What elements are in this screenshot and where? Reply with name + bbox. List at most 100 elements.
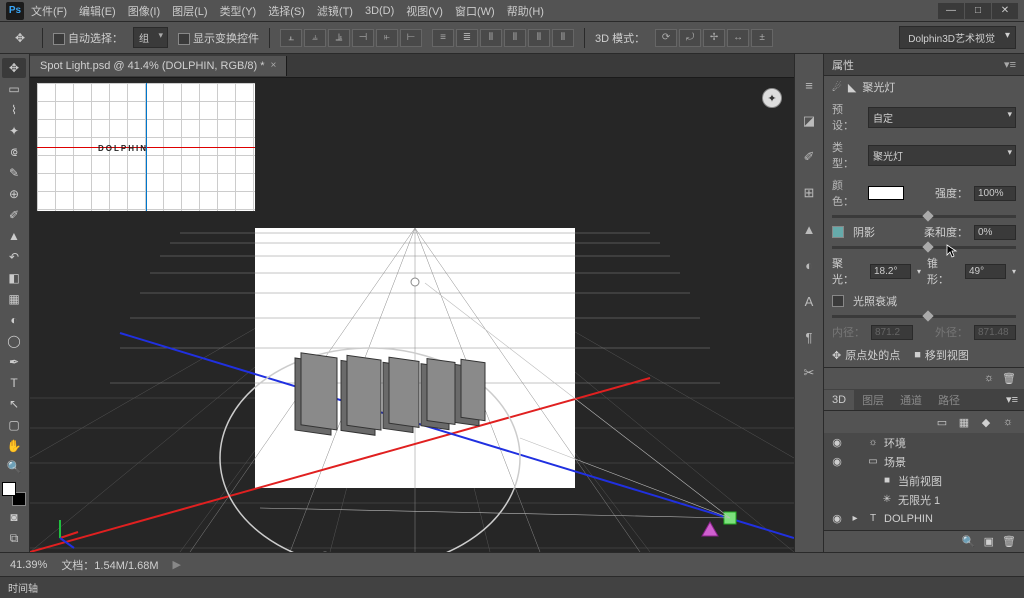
adjust-panel-icon[interactable]: ◐ (798, 254, 820, 276)
doc-info[interactable]: 文档：1.54M/1.68M (61, 557, 158, 573)
preset-select[interactable]: 自定 (868, 107, 1016, 128)
window-minimize[interactable]: — (938, 3, 964, 19)
marquee-tool[interactable]: ▭ (2, 79, 26, 99)
dist-1-icon[interactable]: ≡ (432, 29, 454, 47)
shape-tool[interactable]: ▢ (2, 415, 26, 435)
lasso-tool[interactable]: ⌇ (2, 100, 26, 120)
dodge-tool[interactable]: ◯ (2, 331, 26, 351)
window-maximize[interactable]: □ (965, 3, 991, 19)
auto-select-check[interactable]: 自动选择： (53, 30, 123, 46)
origin-action[interactable]: ✥ 原点处的点 (832, 347, 900, 363)
styles-panel-icon[interactable]: ✂ (798, 362, 820, 384)
dist-2-icon[interactable]: ≣ (456, 29, 478, 47)
falloff-slider[interactable] (832, 315, 1016, 318)
clone-panel-icon[interactable]: ▲ (798, 218, 820, 240)
tab-channels[interactable]: 通道 (892, 388, 930, 412)
tree-item[interactable]: ◉▭场景 (824, 452, 1024, 471)
canvas-area[interactable]: Spot Light.psd @ 41.4% (DOLPHIN, RGB/8) … (30, 54, 794, 552)
brush-tool[interactable]: ✐ (2, 205, 26, 225)
soft-slider[interactable] (832, 246, 1016, 249)
kind-select[interactable]: 聚光灯 (868, 145, 1016, 166)
hand-tool[interactable]: ✋ (2, 436, 26, 456)
play-icon[interactable]: ▶ (173, 558, 181, 571)
close-tab-icon[interactable]: × (271, 60, 277, 71)
menu-help[interactable]: 帮助(H) (502, 0, 549, 22)
tree-item[interactable]: ◉▸TDOLPHIN (824, 509, 1024, 528)
panel3d-menu-icon[interactable]: ▾≡ (1000, 393, 1024, 406)
cone-input[interactable]: 49° (965, 264, 1006, 279)
dist-6-icon[interactable]: ⦀ (552, 29, 574, 47)
align-hcenter-icon[interactable]: ⫦ (376, 29, 398, 47)
color-swatches[interactable] (2, 482, 26, 506)
eraser-tool[interactable]: ◧ (2, 268, 26, 288)
falloff-check[interactable] (832, 295, 844, 307)
dist-5-icon[interactable]: ⦀ (528, 29, 550, 47)
workspace-select[interactable]: Dolphin3D艺术视觉 (899, 26, 1016, 49)
menu-view[interactable]: 视图(V) (401, 0, 448, 22)
tree-item[interactable]: ◉☼环境 (824, 433, 1024, 452)
window-close[interactable]: ✕ (992, 3, 1018, 19)
tab-paths[interactable]: 路径 (930, 388, 968, 412)
menu-type[interactable]: 类型(Y) (215, 0, 262, 22)
focus-input[interactable]: 18.2° (870, 264, 911, 279)
slide-icon[interactable]: ↔ (727, 29, 749, 47)
menu-file[interactable]: 文件(F) (26, 0, 72, 22)
screenmode-tool[interactable]: ⧉ (2, 528, 26, 548)
swatches-panel-icon[interactable]: ⊞ (798, 182, 820, 204)
align-top-icon[interactable]: ⫠ (280, 29, 302, 47)
zoom-icon[interactable]: ± (751, 29, 773, 47)
shadow-check[interactable] (832, 226, 844, 238)
timeline-panel-tab[interactable]: 时间轴 (0, 576, 1024, 598)
show-transform-check[interactable]: 显示变换控件 (178, 30, 259, 46)
soft-input[interactable]: 0% (974, 225, 1016, 240)
menu-select[interactable]: 选择(S) (263, 0, 310, 22)
character-panel-icon[interactable]: A (798, 290, 820, 312)
document-tab[interactable]: Spot Light.psd @ 41.4% (DOLPHIN, RGB/8) … (30, 56, 287, 76)
stamp-tool[interactable]: ▲ (2, 226, 26, 246)
menu-layer[interactable]: 图层(L) (167, 0, 212, 22)
eyedropper-tool[interactable]: ✎ (2, 163, 26, 183)
tree-item[interactable]: ✳无限光 1 (824, 490, 1024, 509)
zoom-tool[interactable]: 🔍 (2, 457, 26, 477)
pen-tool[interactable]: ✒ (2, 352, 26, 372)
history-panel-icon[interactable]: ≡ (798, 74, 820, 96)
pan-icon[interactable]: ✢ (703, 29, 725, 47)
roll-icon[interactable]: ⤾ (679, 29, 701, 47)
intensity-input[interactable]: 100% (974, 186, 1016, 201)
menu-image[interactable]: 图像(I) (123, 0, 165, 22)
heal-tool[interactable]: ⊕ (2, 184, 26, 204)
tab-layers[interactable]: 图层 (854, 388, 892, 412)
text-tool[interactable]: T (2, 373, 26, 393)
wand-tool[interactable]: ✦ (2, 121, 26, 141)
trash-icon[interactable]: 🗑 (1002, 535, 1016, 548)
navigator-panel[interactable]: DOLPHIN (36, 82, 256, 212)
quickmask-tool[interactable]: ◙ (2, 507, 26, 527)
menu-window[interactable]: 窗口(W) (450, 0, 500, 22)
tree-item[interactable]: ■当前视图 (824, 471, 1024, 490)
gradient-tool[interactable]: ▦ (2, 289, 26, 309)
menu-edit[interactable]: 编辑(E) (74, 0, 121, 22)
color-panel-icon[interactable]: ◪ (798, 110, 820, 132)
foreground-swatch[interactable] (2, 482, 16, 496)
render-icon[interactable]: ☼ (984, 372, 994, 385)
filter-light-icon[interactable]: ☼ (1000, 415, 1016, 429)
history-brush-tool[interactable]: ↶ (2, 247, 26, 267)
filter-material-icon[interactable]: ◆ (978, 415, 994, 429)
color-swatch[interactable] (868, 186, 904, 200)
dist-3-icon[interactable]: ⦀ (480, 29, 502, 47)
intensity-slider[interactable] (832, 215, 1016, 218)
filter-mesh-icon[interactable]: ▦ (956, 415, 972, 429)
reset-action[interactable]: ■ 移到视图 (914, 347, 969, 363)
paragraph-panel-icon[interactable]: ¶ (798, 326, 820, 348)
align-vcenter-icon[interactable]: ⫨ (304, 29, 326, 47)
menu-3d[interactable]: 3D(D) (360, 2, 399, 20)
move-tool[interactable]: ✥ (2, 58, 26, 78)
blur-tool[interactable]: ◐ (2, 310, 26, 330)
panel-menu-icon[interactable]: ▾≡ (1004, 58, 1016, 71)
new-icon[interactable]: ▣ (984, 535, 994, 548)
orbit-icon[interactable]: ⟳ (655, 29, 677, 47)
dist-4-icon[interactable]: ⦀ (504, 29, 526, 47)
zoom-level[interactable]: 41.39% (10, 559, 47, 571)
align-right-icon[interactable]: ⊢ (400, 29, 422, 47)
properties-header[interactable]: 属性▾≡ (824, 54, 1024, 76)
